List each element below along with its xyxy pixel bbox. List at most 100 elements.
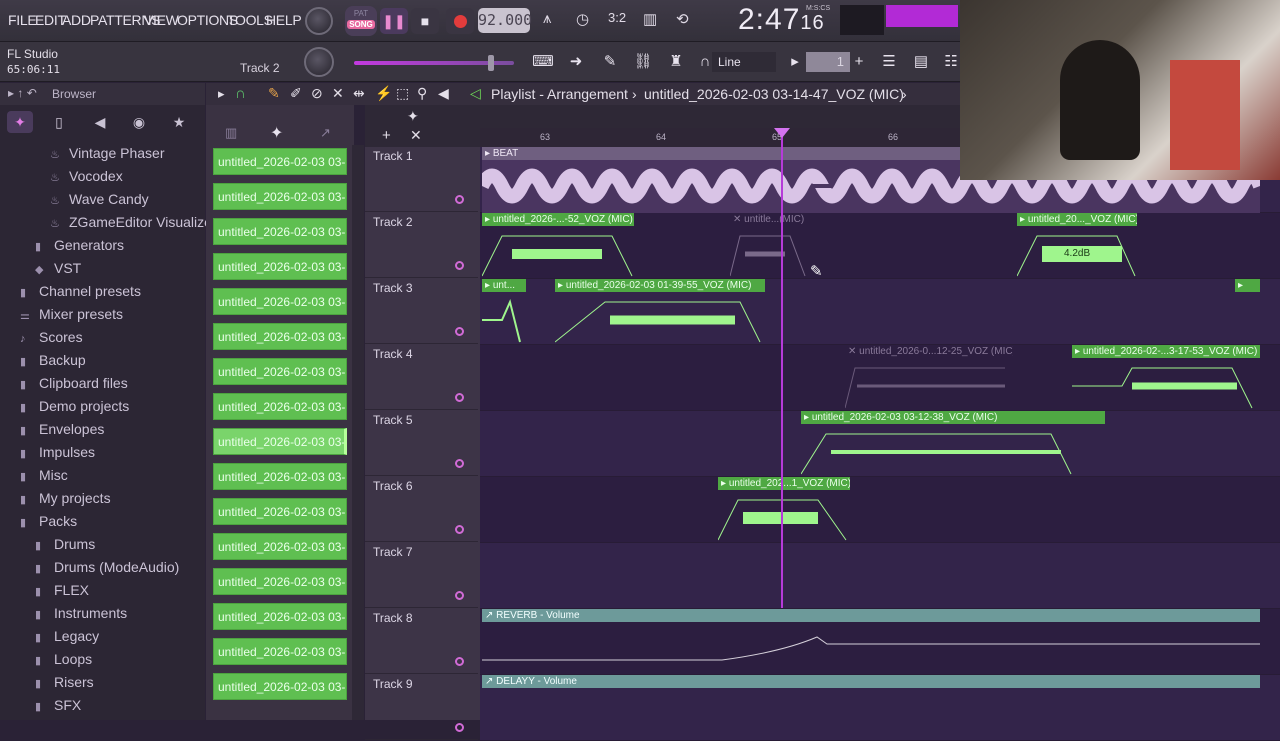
select-tool-icon[interactable]: ⬚ <box>396 85 409 102</box>
play-playlist-icon[interactable]: ◁ <box>470 85 481 102</box>
automation-clip-delay[interactable]: ↗ DELAYY - Volume <box>482 675 1260 720</box>
track-header[interactable]: Track 1 <box>365 147 478 212</box>
browser-item[interactable]: ▮ Impulses <box>20 444 95 460</box>
slice-tool-icon[interactable]: ⚡ <box>375 85 392 102</box>
browser-item[interactable]: ▮ My projects <box>20 490 111 506</box>
playlist-clip-source[interactable]: untitled_2026-02-03 03-14-47_VOZ (MIC) <box>644 86 904 102</box>
browser-item[interactable]: ♪ Scores <box>20 329 83 345</box>
picker-clip[interactable]: untitled_2026-02-03 03-... <box>213 673 347 700</box>
picker-patterns-icon[interactable]: ▥ <box>225 125 237 141</box>
track-mute-dot[interactable] <box>455 525 464 534</box>
metronome-icon[interactable]: ⩚ <box>543 10 551 27</box>
picker-clip[interactable]: untitled_2026-02-03 03-... <box>213 253 347 280</box>
mixer-icon[interactable]: ☰ <box>876 50 902 74</box>
picker-clip[interactable]: untitled_2026-02-03 03-... <box>213 148 347 175</box>
picker-clip[interactable]: untitled_2026-02-03 03-... <box>213 358 347 385</box>
browser-item[interactable]: ⚌ Mixer presets <box>20 306 123 322</box>
browser-item[interactable]: ▮ Risers <box>35 674 94 690</box>
browser-item[interactable]: ▮ Channel presets <box>20 283 141 299</box>
browser-item[interactable]: ▮ Backup <box>20 352 86 368</box>
browser-item[interactable]: ▮ Loops <box>35 651 92 667</box>
browser-item[interactable]: ▮ Instruments <box>35 605 127 621</box>
browser-item[interactable]: ♨ Vintage Phaser <box>50 145 164 161</box>
pat-song-toggle[interactable]: PAT SONG <box>345 6 377 36</box>
audio-clip-t6[interactable]: ▸ untitled_202...1_VOZ (MIC) <box>718 477 850 543</box>
browser-item[interactable]: ♨ ZGameEditor Visualizer <box>50 214 217 230</box>
track-mute-dot[interactable] <box>455 261 464 270</box>
paint-tool-icon[interactable]: ✐ <box>290 85 302 102</box>
menu-view[interactable]: VIEW <box>144 12 179 28</box>
stamp-icon[interactable]: ♜ <box>663 50 689 74</box>
favorites-tab-icon[interactable]: ★ <box>166 111 192 133</box>
browser-item[interactable]: ▮ Misc <box>20 467 68 483</box>
track-mute-dot[interactable] <box>455 393 464 402</box>
audio-clip-t2b[interactable]: ✕ untitle...(MIC) <box>730 213 810 279</box>
menu-add[interactable]: ADD <box>62 12 91 28</box>
browser-item[interactable]: ♨ Vocodex <box>50 168 123 184</box>
arrow-icon[interactable]: ➜ <box>563 50 589 74</box>
track-header[interactable]: Track 6 <box>365 477 478 542</box>
pause-button[interactable]: ❚❚ <box>380 8 408 34</box>
picker-clip[interactable]: untitled_2026-02-03 03-... <box>213 498 347 525</box>
picker-clip[interactable]: untitled_2026-02-03 03-... <box>213 428 347 455</box>
picker-clip[interactable]: untitled_2026-02-03 03-... <box>213 218 347 245</box>
picker-clip[interactable]: untitled_2026-02-03 03-... <box>213 393 347 420</box>
audio-clip-t2a[interactable]: ▸ untitled_2026-...-52_VOZ (MIC) <box>482 213 634 279</box>
stop-button[interactable]: ■ <box>411 8 439 34</box>
playback-tool-icon[interactable]: ◀ <box>438 85 449 102</box>
pattern-selector[interactable]: 1 <box>806 52 850 72</box>
picker-scrollbar[interactable] <box>352 145 364 720</box>
loop-record-icon[interactable]: ⟲ <box>676 10 689 28</box>
track-mute-dot[interactable] <box>455 459 464 468</box>
menu-help[interactable]: HELP <box>266 12 302 28</box>
menu-file[interactable]: FILE <box>8 12 37 28</box>
picker-clip[interactable]: untitled_2026-02-03 03-... <box>213 603 347 630</box>
zoom-tool-icon[interactable]: ⚲ <box>417 85 427 102</box>
add-track-icon[interactable]: + <box>382 127 391 144</box>
slip-tool-icon[interactable]: ⇹ <box>353 85 365 102</box>
track-header[interactable]: Track 4 <box>365 345 478 410</box>
picker-audio-icon[interactable]: ✦ <box>270 123 283 143</box>
audio-clip-t4b[interactable]: ▸ untitled_2026-02-...3-17-53_VOZ (MIC) <box>1072 345 1260 411</box>
tempo-display[interactable]: 92.000 <box>478 8 532 33</box>
audio-clip-t4a[interactable]: ✕ untitled_2026-0...12-25_VOZ (MIC) <box>845 345 1013 411</box>
picker-clip[interactable]: untitled_2026-02-03 03-... <box>213 638 347 665</box>
main-volume-knob[interactable] <box>305 7 333 35</box>
track-mode-icon[interactable]: ✦ <box>407 108 419 125</box>
magnet-icon[interactable]: ∩ <box>235 85 246 102</box>
browser-item[interactable]: ▮ FLEX <box>35 582 89 598</box>
track-mute-dot[interactable] <box>455 591 464 600</box>
track-header[interactable]: Track 9 <box>365 675 478 740</box>
browser-item[interactable]: ◆ VST <box>35 260 81 276</box>
browser-item[interactable]: ▮ Clipboard files <box>20 375 128 391</box>
delete-tool-icon[interactable]: ⊘ <box>311 85 323 102</box>
playhead[interactable] <box>781 128 783 608</box>
online-tab-icon[interactable]: ◉ <box>126 111 152 133</box>
browser-item[interactable]: ▮ Legacy <box>35 628 99 644</box>
master-volume-slider[interactable] <box>354 55 514 71</box>
track-mute-dot[interactable] <box>455 327 464 336</box>
browser-item[interactable]: ▮ Packs <box>20 513 77 529</box>
audio-clip-t3c[interactable]: ▸ <box>1235 279 1260 345</box>
track-mute-dot[interactable] <box>455 723 464 732</box>
browser-item[interactable]: ▮ Envelopes <box>20 421 104 437</box>
browser-item[interactable]: ♨ Wave Candy <box>50 191 149 207</box>
audio-clip-t2c[interactable]: ▸ untitled_20..._VOZ (MIC) <box>1017 213 1137 279</box>
pattern-add-icon[interactable]: + <box>846 50 872 74</box>
playlist-menu-icon[interactable]: ▸ <box>218 86 225 102</box>
record-button[interactable] <box>446 8 474 34</box>
audio-clip-t3b[interactable]: ▸ untitled_2026-02-03 01-39-55_VOZ (MIC) <box>555 279 765 345</box>
audio-clip-t5[interactable]: ▸ untitled_2026-02-03 03-12-38_VOZ (MIC) <box>801 411 1105 477</box>
all-tab-icon[interactable]: ✦ <box>7 111 33 133</box>
channel-rack-icon[interactable]: ▤ <box>908 50 934 74</box>
audio-clip-t3a[interactable]: ▸ unt... <box>482 279 526 345</box>
track-header[interactable]: Track 5 <box>365 411 478 476</box>
picker-clip[interactable]: untitled_2026-02-03 03-... <box>213 288 347 315</box>
automation-clip-reverb[interactable]: ↗ REVERB - Volume <box>482 609 1260 675</box>
remove-icon[interactable]: ✕ <box>410 127 422 144</box>
track-header[interactable]: Track 2 <box>365 213 478 278</box>
picker-clip[interactable]: untitled_2026-02-03 03-... <box>213 183 347 210</box>
picker-clip[interactable]: untitled_2026-02-03 03-... <box>213 463 347 490</box>
draw-tool-icon[interactable]: ✎ <box>268 85 280 102</box>
step-edit-icon[interactable]: ▥ <box>643 10 657 28</box>
